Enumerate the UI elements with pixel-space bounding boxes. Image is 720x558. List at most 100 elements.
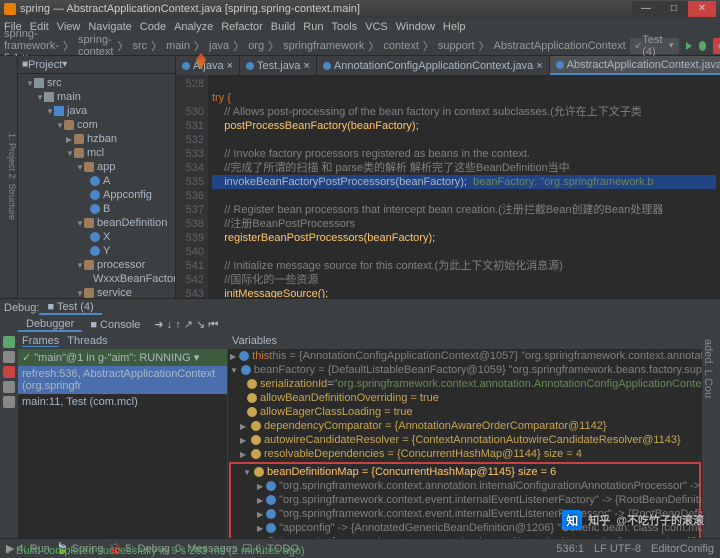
var-row[interactable]: ▶autowireCandidateResolver = {ContextAnn…: [228, 433, 702, 447]
tab-anno[interactable]: AnnotationConfigApplicationContext.java …: [317, 56, 550, 75]
build-status-text: ✓ Build completed successfully in 9 s 28…: [6, 545, 305, 557]
var-row[interactable]: ▶dependencyComparator = {AnnotationAware…: [228, 419, 702, 433]
var-row[interactable]: allowEagerClassLoading = true: [228, 405, 702, 419]
tab-abstract[interactable]: AbstractApplicationContext.java ×: [550, 56, 720, 75]
tree-package[interactable]: ▼service: [18, 286, 175, 298]
bc-item[interactable]: springframework: [283, 40, 364, 52]
code-content[interactable]: try { // Allows post-processing of the b…: [208, 75, 720, 298]
tab-threads[interactable]: Threads: [67, 335, 107, 347]
tree-class[interactable]: A: [18, 174, 175, 188]
menu-view[interactable]: View: [57, 21, 81, 33]
tree-class[interactable]: X: [18, 230, 175, 244]
bc-item[interactable]: support: [438, 40, 475, 52]
debug-panel: Debug: ■ Test (4) Debugger ■ Console ➜ ↓…: [0, 298, 720, 538]
run-button[interactable]: [686, 42, 692, 50]
maximize-button[interactable]: □: [660, 1, 688, 17]
resume-icon[interactable]: [3, 336, 15, 348]
menu-tools[interactable]: Tools: [331, 21, 357, 33]
debug-toolbar: [0, 333, 18, 538]
watermark: 知 知乎 @不吃竹子的滚滚: [562, 510, 704, 530]
breakpoint-line[interactable]: invokeBeanFactoryPostProcessors(beanFact…: [212, 175, 716, 189]
menu-refactor[interactable]: Refactor: [221, 21, 263, 33]
menu-navigate[interactable]: Navigate: [88, 21, 131, 33]
stop-icon[interactable]: [3, 366, 15, 378]
tree-package[interactable]: ▼app: [18, 160, 175, 174]
menu-help[interactable]: Help: [443, 21, 466, 33]
tree-package[interactable]: ▶hzban: [18, 132, 175, 146]
close-button[interactable]: ✕: [688, 1, 716, 17]
editor: A.java × Test.java × AnnotationConfigApp…: [176, 56, 720, 298]
tree-package[interactable]: ▼processor: [18, 258, 175, 272]
stack-frame[interactable]: refresh:536, AbstractApplicationContext …: [18, 366, 227, 394]
var-row[interactable]: ▶thisthis = {AnnotationConfigApplication…: [228, 349, 702, 363]
menu-vcs[interactable]: VCS: [365, 21, 388, 33]
tab-console[interactable]: ■ Console: [82, 319, 148, 331]
tab-test[interactable]: Test.java ×: [240, 56, 317, 75]
var-row[interactable]: ▼beanDefinitionMap = {ConcurrentHashMap@…: [231, 465, 699, 479]
bc-item[interactable]: main: [166, 40, 190, 52]
bc-item[interactable]: org: [248, 40, 264, 52]
frames-panel: Frames Threads ✓ "main"@1 in g-"aim": RUN…: [18, 333, 228, 538]
debug-tab-test[interactable]: ■ Test (4): [39, 301, 101, 315]
tab-frames[interactable]: Frames: [22, 335, 59, 347]
menu-code[interactable]: Code: [140, 21, 166, 33]
tree-package[interactable]: ▼beanDefinition: [18, 216, 175, 230]
var-row[interactable]: ▶"org.springframework.context.annotation…: [231, 479, 699, 493]
bc-class[interactable]: AbstractApplicationContext: [494, 40, 626, 52]
bc-item[interactable]: spring-context: [78, 34, 113, 58]
tree-package[interactable]: ▼com: [18, 118, 175, 132]
zhihu-logo-icon: 知: [562, 510, 582, 530]
tree-folder[interactable]: ▼src: [18, 76, 175, 90]
editor-tabs: A.java × Test.java × AnnotationConfigApp…: [176, 56, 720, 75]
menu-window[interactable]: Window: [396, 21, 435, 33]
tree-class[interactable]: B: [18, 202, 175, 216]
window-controls: — □ ✕: [632, 1, 716, 17]
debug-tabbar: Debug: ■ Test (4): [0, 299, 720, 317]
window-title: spring — AbstractApplicationContext.java…: [20, 3, 360, 15]
breadcrumb: spring-framework-5.1.x〉 spring-context〉 …: [0, 36, 720, 56]
editor-config[interactable]: EditorConifig: [651, 543, 714, 555]
debug-label: Debug:: [4, 302, 39, 314]
code-area[interactable]: 528 530531532533534535536537538539540541…: [176, 75, 720, 298]
project-header[interactable]: ■ Project ▾: [18, 56, 175, 74]
view-bp-icon[interactable]: [3, 381, 15, 393]
stack-frame[interactable]: main:11, Test (com.mcl): [18, 394, 227, 410]
pause-icon[interactable]: [3, 351, 15, 363]
bc-item[interactable]: src: [132, 40, 147, 52]
encoding[interactable]: LF UTF-8: [594, 543, 641, 555]
tree-class[interactable]: WxxxBeanFactoryPostproc: [18, 272, 175, 286]
var-row[interactable]: ▼beanFactory = {DefaultListableBeanFacto…: [228, 363, 702, 377]
tree-folder[interactable]: ▼java: [18, 104, 175, 118]
menu-build[interactable]: Build: [271, 21, 295, 33]
var-row[interactable]: ▶resolvableDependencies = {ConcurrentHas…: [228, 447, 702, 461]
var-row[interactable]: ▶"org.springframework.context.event.inte…: [231, 493, 699, 507]
gutter-line-numbers: 528 530531532533534535536537538539540541…: [176, 75, 208, 298]
var-row[interactable]: allowBeanDefinitionOverriding = true: [228, 391, 702, 405]
titlebar: spring — AbstractApplicationContext.java…: [0, 0, 720, 18]
run-config[interactable]: ↙ Test (4) ▾: [630, 38, 679, 54]
variables-header: Variables: [228, 333, 702, 349]
left-gutter[interactable]: 1: Project 2: Structure: [0, 56, 18, 298]
tab-a[interactable]: A.java ×: [176, 56, 240, 75]
minimize-button[interactable]: —: [632, 1, 660, 17]
tab-debugger[interactable]: Debugger: [18, 318, 82, 332]
menu-run[interactable]: Run: [303, 21, 323, 33]
project-panel: ■ Project ▾ ▼src ▼main ▼java ▼com ▶hzban…: [18, 56, 176, 298]
mute-bp-icon[interactable]: [3, 396, 15, 408]
right-gutter: aded. L Cou: [702, 333, 720, 538]
debug-button[interactable]: [699, 41, 706, 51]
bc-item[interactable]: context: [383, 40, 418, 52]
thread-selector[interactable]: ✓ "main"@1 in g-"aim": RUNNING ▾: [18, 349, 227, 366]
tree-folder[interactable]: ▼main: [18, 90, 175, 104]
stop-button[interactable]: ■: [713, 38, 720, 54]
tree-package[interactable]: ▼mcl: [18, 146, 175, 160]
bc-item[interactable]: java: [209, 40, 229, 52]
variables-panel: Variables ▶thisthis = {AnnotationConfigA…: [228, 333, 702, 538]
menu-analyze[interactable]: Analyze: [174, 21, 213, 33]
cursor-position[interactable]: 536:1: [556, 543, 584, 555]
tree-class[interactable]: Y: [18, 244, 175, 258]
app-icon: [4, 3, 16, 15]
tree-class[interactable]: Appconfig: [18, 188, 175, 202]
var-row[interactable]: serializationId = serializationId = "org…: [228, 377, 702, 391]
run-toolbar: ↙ Test (4) ▾ ■: [630, 38, 720, 54]
